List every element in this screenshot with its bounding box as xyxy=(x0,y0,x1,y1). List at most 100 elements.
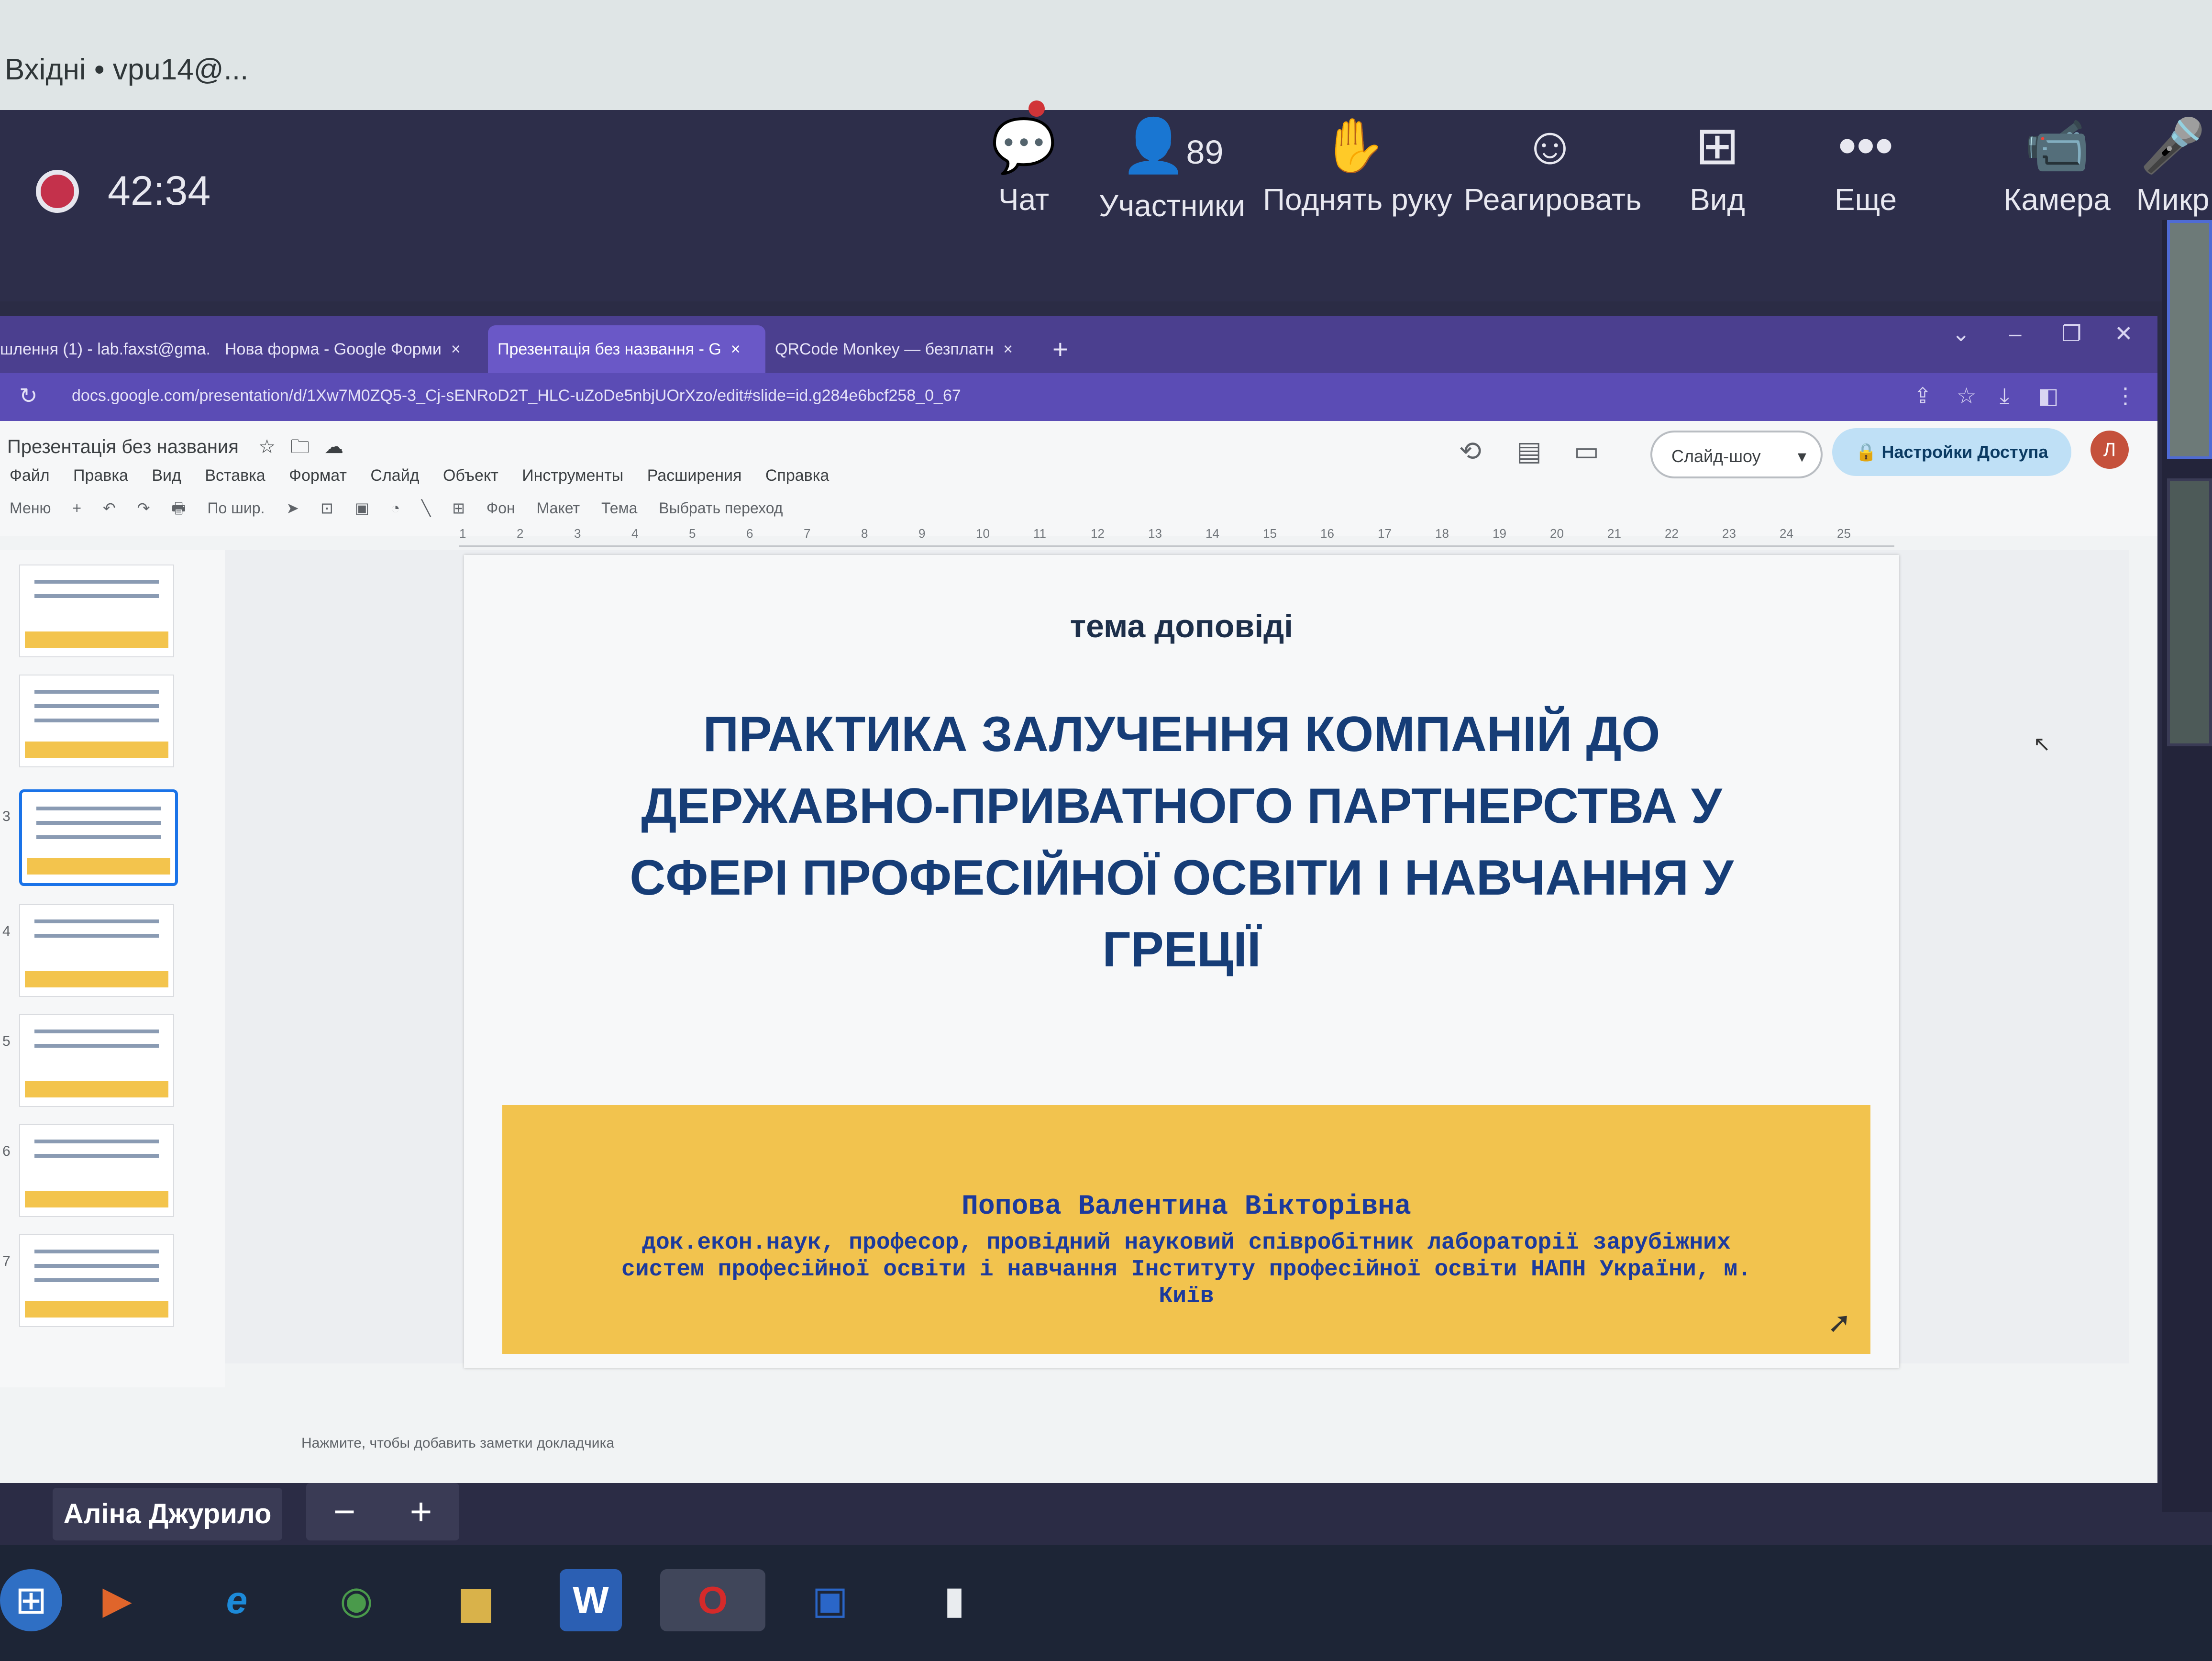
share-icon[interactable]: ⇪ xyxy=(1913,383,1932,409)
slide-thumbnail[interactable] xyxy=(19,1234,174,1327)
slide-thumbnail[interactable] xyxy=(19,675,174,767)
close-tab-icon[interactable]: × xyxy=(451,340,461,358)
move-folder-icon[interactable]: 🗀 xyxy=(290,436,310,457)
save-disk-icon[interactable]: ▣ xyxy=(799,1569,861,1631)
start-button-icon[interactable]: ⊞ xyxy=(0,1569,62,1631)
mail-tab-title[interactable]: Вхідні • vpu14@... xyxy=(5,53,248,87)
account-avatar[interactable]: Л xyxy=(2090,431,2129,469)
menu-edit[interactable]: Правка xyxy=(73,466,128,485)
participant-video-tile[interactable] xyxy=(2167,478,2212,746)
zoom-out-button[interactable]: − xyxy=(306,1483,383,1540)
tab-search-icon[interactable]: ⌄ xyxy=(1952,321,1970,346)
undo-icon[interactable]: ↶ xyxy=(103,499,116,517)
menu-view[interactable]: Вид xyxy=(152,466,181,485)
menu-help[interactable]: Справка xyxy=(765,466,829,485)
restore-icon[interactable]: ❐ xyxy=(2062,321,2081,346)
close-tab-icon[interactable]: × xyxy=(1003,340,1013,358)
slide-thumbnail[interactable] xyxy=(19,1124,174,1217)
comment-icon[interactable]: ⊞ xyxy=(452,499,465,517)
shape-icon[interactable]: ◔ xyxy=(391,499,400,517)
slide-thumbnail-selected[interactable] xyxy=(19,789,178,886)
chat-button[interactable]: 💬 Чат xyxy=(976,110,1072,225)
bookmark-star-icon[interactable]: ☆ xyxy=(1957,383,1976,409)
menu-slide[interactable]: Слайд xyxy=(370,466,419,485)
slide-thumbnail[interactable] xyxy=(19,1014,174,1107)
raise-hand-button[interactable]: ✋ Поднять руку xyxy=(1263,110,1452,225)
layout-button[interactable]: Макет xyxy=(537,499,580,517)
zoom-in-button[interactable]: + xyxy=(383,1483,459,1540)
participant-video-tile[interactable] xyxy=(2167,220,2212,459)
slide-title[interactable]: ПРАКТИКА ЗАЛУЧЕННЯ КОМПАНІЙ ДО ДЕРЖАВНО-… xyxy=(560,698,1803,986)
browser-tab-forms[interactable]: Нова форма - Google Форми × xyxy=(225,325,474,373)
menu-file[interactable]: Файл xyxy=(10,466,50,485)
share-access-button[interactable]: 🔒 Настройки Доступа xyxy=(1832,428,2071,476)
theme-button[interactable]: Тема xyxy=(601,499,637,517)
reload-icon[interactable]: ↻ xyxy=(19,383,38,409)
speaker-notes[interactable]: Нажмите, чтобы добавить заметки докладчи… xyxy=(301,1435,614,1451)
meet-camera-icon[interactable]: ▭ xyxy=(1574,435,1599,467)
opera-icon[interactable]: O xyxy=(660,1569,765,1631)
comments-icon[interactable]: ▤ xyxy=(1516,435,1542,467)
redo-icon[interactable]: ↷ xyxy=(137,499,150,517)
document-title[interactable]: Презентація без названия ☆ 🗀 ☁ xyxy=(7,433,343,465)
print-icon[interactable]: 🖶 xyxy=(171,499,186,517)
url-field[interactable]: docs.google.com/presentation/d/1Xw7M0ZQ5… xyxy=(72,387,961,405)
slideshow-button[interactable]: Слайд-шоу ▾ xyxy=(1650,431,1823,478)
browser-tab-qrcode[interactable]: QRCode Monkey — безплатн × xyxy=(775,325,1033,373)
line-icon[interactable]: ╲ xyxy=(421,499,431,517)
new-slide-button[interactable]: + xyxy=(72,499,81,517)
slides-app-header: Презентація без названия ☆ 🗀 ☁ Файл Прав… xyxy=(0,421,2157,536)
background-button[interactable]: Фон xyxy=(487,499,515,517)
view-button[interactable]: ⊞ Вид xyxy=(1674,110,1760,225)
browser-tab-slides[interactable]: Презентація без названня - G × xyxy=(488,325,765,373)
microphone-button[interactable]: 🎤 Микр xyxy=(2134,110,2212,225)
camera-icon: 📹 xyxy=(2024,116,2090,175)
chat-unread-dot xyxy=(1029,100,1045,117)
menu-object[interactable]: Объект xyxy=(443,466,498,485)
sidebar-icon[interactable]: ◧ xyxy=(2038,383,2058,409)
internet-explorer-icon[interactable]: e xyxy=(206,1569,268,1631)
version-history-icon[interactable]: ⟲ xyxy=(1459,435,1482,467)
chrome-icon[interactable]: ◉ xyxy=(325,1569,387,1631)
slide-thumbnail[interactable] xyxy=(19,904,174,997)
minimize-icon[interactable]: – xyxy=(2009,321,2022,346)
menu-tools[interactable]: Инструменты xyxy=(522,466,623,485)
participants-button[interactable]: 👤89 Участники xyxy=(1095,110,1249,225)
mouse-cursor-icon: ➚ xyxy=(1827,1307,1852,1339)
close-tab-icon[interactable]: × xyxy=(731,340,741,358)
new-tab-button[interactable]: + xyxy=(1052,325,1081,373)
more-button[interactable]: ••• Еще xyxy=(1818,110,1913,225)
textbox-icon[interactable]: ⊡ xyxy=(321,499,333,517)
chevron-down-icon[interactable]: ▾ xyxy=(1779,432,1806,480)
file-explorer-icon[interactable]: ▆ xyxy=(445,1569,507,1631)
close-window-icon[interactable]: ✕ xyxy=(2114,321,2133,346)
browser-menu-icon[interactable]: ⋮ xyxy=(2114,383,2136,409)
document-icon[interactable]: ▮ xyxy=(923,1569,985,1631)
zoom-select[interactable]: По шир. xyxy=(207,499,265,517)
menu-bar: Файл Правка Вид Вставка Формат Слайд Объ… xyxy=(10,466,848,485)
menu-format[interactable]: Формат xyxy=(289,466,347,485)
camera-button[interactable]: 📹 Камера xyxy=(2000,110,2114,225)
star-icon[interactable]: ☆ xyxy=(258,436,276,457)
word-icon[interactable]: W xyxy=(560,1569,622,1631)
menu-insert[interactable]: Вставка xyxy=(205,466,265,485)
transition-button[interactable]: Выбрать переход xyxy=(659,499,783,517)
meeting-timer: 42:34 xyxy=(108,168,211,214)
slide-subtitle[interactable]: тема доповіді xyxy=(464,608,1899,645)
slide-thumbnail[interactable] xyxy=(19,565,174,657)
address-bar: ↻ docs.google.com/presentation/d/1Xw7M0Z… xyxy=(0,373,2157,421)
raise-hand-icon: ✋ xyxy=(1321,116,1387,175)
view-icon: ⊞ xyxy=(1695,116,1740,175)
select-cursor-icon[interactable]: ➤ xyxy=(286,499,299,517)
download-icon[interactable]: ⤓ xyxy=(2000,383,2009,410)
current-slide[interactable]: тема доповіді ПРАКТИКА ЗАЛУЧЕННЯ КОМПАНІ… xyxy=(464,555,1899,1368)
meeting-control-bar: 42:34 💬 Чат 👤89 Участники ✋ Поднять руку… xyxy=(0,100,2212,301)
browser-tab-mail[interactable]: шлення (1) - lab.faxst@gma...× xyxy=(0,325,210,373)
toolbar-menu-button[interactable]: Меню xyxy=(10,499,51,517)
menu-extensions[interactable]: Расширения xyxy=(647,466,742,485)
image-icon[interactable]: ▣ xyxy=(355,499,369,517)
author-box[interactable]: Попова Валентина Вікторівна док.екон.нау… xyxy=(502,1105,1870,1354)
media-player-icon[interactable]: ▶ xyxy=(86,1569,148,1631)
react-button[interactable]: ☺ Реагировать xyxy=(1464,110,1641,225)
chat-icon: 💬 xyxy=(991,116,1057,175)
